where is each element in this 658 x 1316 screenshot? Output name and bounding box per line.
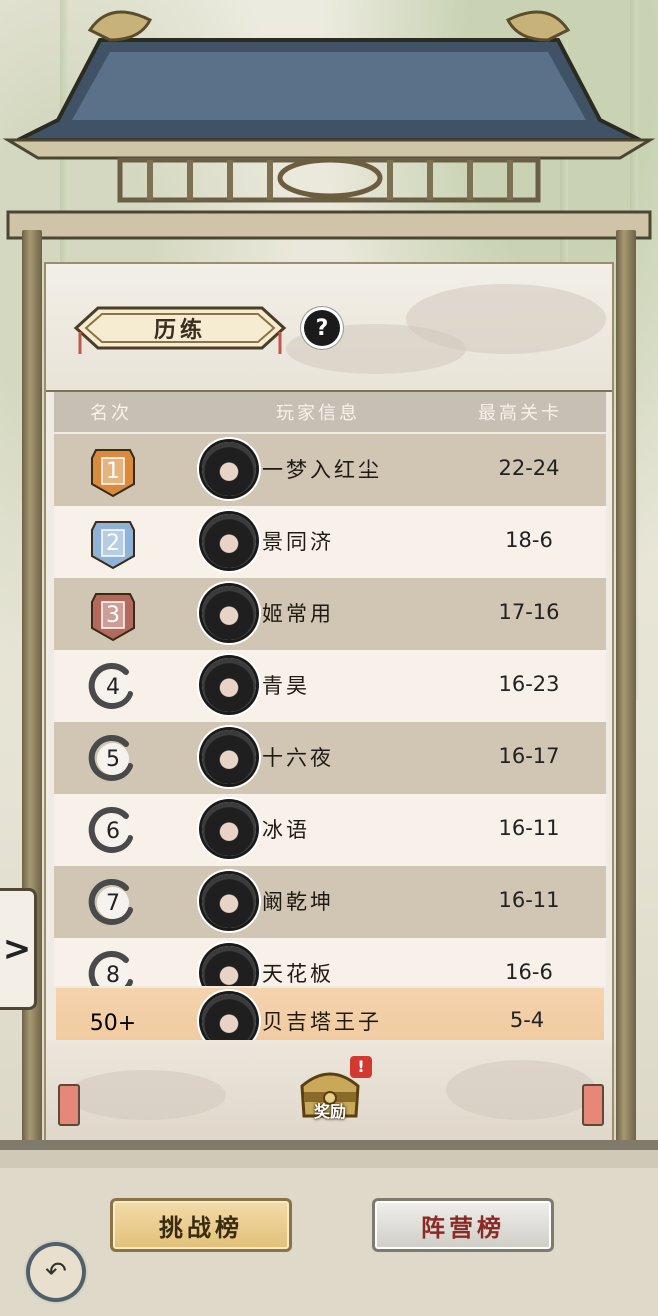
player-name: 阚乾坤 bbox=[262, 890, 334, 914]
best-stage: 16-17 bbox=[498, 744, 560, 768]
rank-number: 8 bbox=[106, 962, 120, 987]
rank-medal-gold: 1 bbox=[86, 444, 140, 498]
avatar[interactable] bbox=[202, 946, 256, 986]
pavilion-roof bbox=[2, 10, 656, 240]
best-stage: 17-16 bbox=[498, 600, 560, 624]
player-name: 冰语 bbox=[262, 818, 310, 842]
tab-camp[interactable]: 阵营榜 bbox=[372, 1198, 554, 1252]
player-name: 姬常用 bbox=[262, 602, 334, 626]
avatar[interactable] bbox=[202, 802, 256, 856]
mode-title: 历练 bbox=[153, 317, 206, 343]
column-header-row: 名次 玩家信息 最高关卡 bbox=[54, 392, 606, 432]
player-name: 一梦入红尘 bbox=[262, 458, 382, 482]
column-player: 玩家信息 bbox=[276, 403, 360, 424]
frame-post-right bbox=[616, 230, 636, 1150]
best-stage: 16-23 bbox=[498, 672, 560, 696]
rank-number: 2 bbox=[106, 530, 120, 556]
table-row[interactable]: 4 青昊 16-23 bbox=[54, 650, 606, 722]
reward-label: 奖励 bbox=[313, 1102, 346, 1121]
rank-number: 4 bbox=[106, 674, 120, 700]
my-score: 5-4 bbox=[509, 1008, 545, 1032]
player-name: 景同济 bbox=[262, 530, 334, 554]
pavilion-base bbox=[0, 1140, 658, 1316]
rank-number: 7 bbox=[106, 890, 120, 916]
rank-number: 5 bbox=[106, 746, 120, 772]
column-best: 最高关卡 bbox=[478, 403, 562, 424]
mode-plaque[interactable]: 历练 bbox=[72, 302, 288, 354]
table-row[interactable]: 8 天花板 16-6 bbox=[54, 938, 606, 986]
lantern-right bbox=[582, 1084, 604, 1126]
avatar[interactable] bbox=[202, 442, 256, 496]
best-stage: 22-24 bbox=[498, 456, 560, 480]
alert-badge: ! bbox=[350, 1056, 372, 1078]
rank-ring: 4 bbox=[86, 660, 140, 714]
rank-medal-red: 3 bbox=[86, 588, 140, 642]
rank-number: 1 bbox=[106, 458, 120, 484]
player-name: 天花板 bbox=[262, 962, 334, 986]
rank-number: 6 bbox=[106, 818, 120, 844]
best-stage: 16-11 bbox=[498, 888, 560, 912]
avatar[interactable] bbox=[202, 874, 256, 928]
best-stage: 16-6 bbox=[505, 960, 553, 984]
table-row[interactable]: 6 冰语 16-11 bbox=[54, 794, 606, 866]
rank-ring: 7 bbox=[86, 876, 140, 930]
best-stage: 18-6 bbox=[505, 528, 553, 552]
frame-post-left bbox=[22, 230, 42, 1150]
my-name: 贝吉塔王子 bbox=[262, 1010, 382, 1034]
reward-button[interactable]: 奖励 ! bbox=[296, 1056, 372, 1128]
rank-medal-blue: 2 bbox=[86, 516, 140, 570]
table-row[interactable]: 2 景同济 18-6 bbox=[54, 506, 606, 578]
player-name: 十六夜 bbox=[262, 746, 334, 770]
table-row[interactable]: 5 十六夜 16-17 bbox=[54, 722, 606, 794]
avatar[interactable] bbox=[202, 658, 256, 712]
table-row[interactable]: 3 姬常用 17-16 bbox=[54, 578, 606, 650]
table-row[interactable]: 7 阚乾坤 16-11 bbox=[54, 866, 606, 938]
avatar[interactable] bbox=[202, 730, 256, 784]
rank-ring: 5 bbox=[86, 732, 140, 786]
avatar[interactable] bbox=[202, 586, 256, 640]
lantern-left bbox=[58, 1084, 80, 1126]
rank-ring: 6 bbox=[86, 804, 140, 858]
leaderboard-list[interactable]: 1 一梦入红尘 22-24 2 景同济 18-6 3 姬常用 17-16 4 青昊 16-23 5 十六夜… bbox=[54, 434, 606, 986]
rank-ring: 8 bbox=[86, 948, 140, 986]
avatar[interactable] bbox=[202, 514, 256, 568]
help-button[interactable]: ? bbox=[304, 310, 340, 346]
column-rank: 名次 bbox=[90, 403, 132, 424]
rank-number: 3 bbox=[106, 602, 120, 628]
best-stage: 16-11 bbox=[498, 816, 560, 840]
tab-challenge[interactable]: 挑战榜 bbox=[110, 1198, 292, 1252]
back-button[interactable]: ↶ bbox=[30, 1246, 82, 1298]
table-row[interactable]: 1 一梦入红尘 22-24 bbox=[54, 434, 606, 506]
player-name: 青昊 bbox=[262, 674, 310, 698]
side-expand-tab[interactable]: > bbox=[0, 888, 37, 1010]
